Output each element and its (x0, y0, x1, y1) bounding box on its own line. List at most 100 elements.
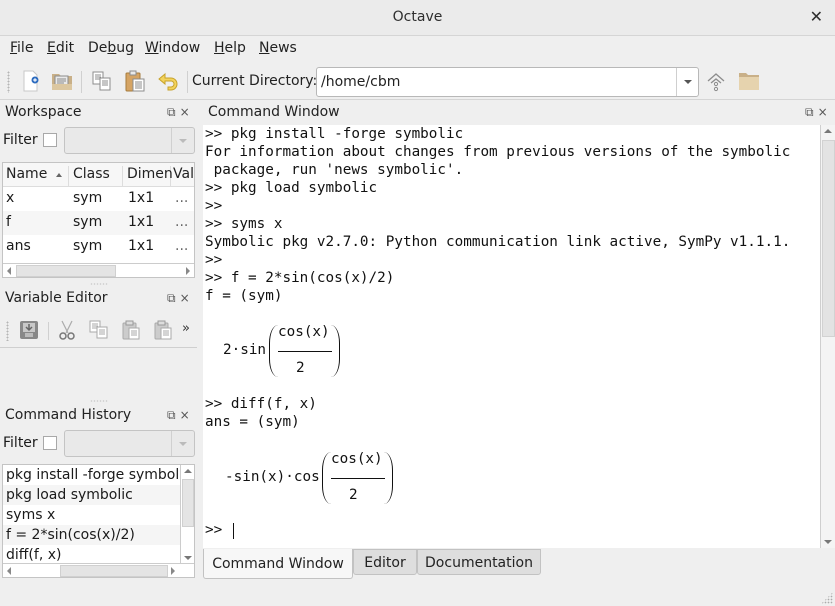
console-line: package, run 'news symbolic'. (205, 162, 464, 178)
toolbar-overflow-button[interactable]: » (182, 321, 190, 336)
paste-icon[interactable] (124, 70, 146, 92)
undock-icon[interactable]: ⧉ (167, 408, 176, 422)
scroll-down-icon[interactable] (824, 540, 832, 544)
scroll-right-icon[interactable] (186, 267, 190, 275)
sort-ascending-icon (56, 173, 62, 177)
history-filter-combobox[interactable] (64, 430, 195, 457)
list-item[interactable]: diff(f, x) (3, 545, 181, 565)
scroll-up-icon[interactable] (824, 129, 832, 133)
splitter-handle[interactable] (90, 283, 108, 285)
scrollbar-thumb[interactable] (16, 265, 116, 277)
scroll-left-icon[interactable] (7, 267, 11, 275)
command-window-vertical-scrollbar[interactable] (820, 125, 835, 548)
undock-icon[interactable]: ⧉ (167, 105, 176, 119)
menu-edit[interactable]: Edit (47, 40, 74, 56)
scrollbar-thumb[interactable] (822, 140, 835, 337)
expression-prefix: -sin(x)·cos (225, 469, 320, 485)
toolbar-separator (187, 71, 188, 93)
window-resize-grip[interactable] (821, 592, 833, 604)
scroll-right-icon[interactable] (171, 567, 175, 575)
menu-window[interactable]: Window (145, 40, 200, 56)
close-icon[interactable]: × (180, 105, 190, 119)
column-header-value[interactable]: Val (171, 166, 194, 188)
workspace-filter-checkbox[interactable] (43, 133, 57, 147)
menu-bar: File Edit Debug Window Help News (0, 37, 835, 61)
command-window-title: Command Window (208, 104, 340, 120)
menu-file-label: ile (17, 40, 34, 56)
scrollbar-thumb[interactable] (60, 565, 168, 577)
chevron-down-icon[interactable] (171, 431, 194, 456)
cell-value: ... (175, 214, 189, 230)
copy-icon[interactable] (91, 70, 113, 92)
cut-icon[interactable] (57, 320, 79, 342)
text-cursor (233, 523, 234, 539)
undo-icon[interactable] (157, 70, 179, 92)
toolbar-grip[interactable] (6, 321, 9, 341)
table-row[interactable]: f sym 1x1 ... (3, 211, 194, 235)
tab-documentation[interactable]: Documentation (417, 549, 541, 575)
list-item[interactable]: syms x (3, 505, 181, 525)
scroll-down-icon[interactable] (184, 556, 192, 560)
browse-folder-icon[interactable] (738, 70, 760, 92)
window-title: Octave (392, 9, 443, 25)
close-icon[interactable]: × (180, 291, 190, 305)
list-item[interactable]: pkg load symbolic (3, 485, 181, 505)
console-prompt: >> (205, 522, 231, 538)
column-header-name[interactable]: Name (3, 166, 69, 188)
menu-debug[interactable]: Debug (88, 40, 134, 56)
workspace-title: Workspace (5, 104, 82, 120)
table-row[interactable]: ans sym 1x1 ... (3, 235, 194, 259)
scrollbar-thumb[interactable] (182, 479, 194, 527)
undock-icon[interactable]: ⧉ (805, 105, 814, 119)
workspace-table: Name Class Dimen Val x sym 1x1 ... f sym… (2, 162, 195, 278)
toolbar-separator (48, 322, 49, 340)
close-icon[interactable]: × (818, 105, 828, 119)
command-window-console[interactable]: >> pkg install -forge symbolic For infor… (203, 125, 820, 548)
fraction-numerator: cos(x) (331, 451, 383, 467)
undock-icon[interactable]: ⧉ (167, 291, 176, 305)
splitter-handle[interactable] (90, 400, 108, 402)
history-horizontal-scrollbar[interactable] (3, 563, 194, 577)
menu-help-mnemonic: H (214, 40, 225, 56)
toolbar-grip[interactable] (7, 71, 10, 93)
paste-special-icon[interactable] (153, 320, 175, 342)
list-item[interactable]: pkg install -forge symbolic (3, 465, 181, 485)
chevron-down-icon[interactable] (171, 128, 194, 153)
variable-editor-toolbar: » (0, 312, 197, 348)
current-directory-value[interactable]: /home/cbm (321, 74, 400, 90)
history-vertical-scrollbar[interactable] (180, 465, 194, 564)
open-folder-icon[interactable] (51, 70, 73, 92)
history-filter-checkbox[interactable] (43, 436, 57, 450)
variable-editor-dock-buttons: ⧉ × (163, 291, 190, 306)
menu-edit-mnemonic: E (47, 40, 56, 56)
scroll-up-icon[interactable] (184, 469, 192, 473)
menu-file[interactable]: File (10, 40, 33, 56)
cell-dimension: 1x1 (128, 214, 155, 230)
column-header-dimension[interactable]: Dimen (123, 166, 173, 188)
tab-editor[interactable]: Editor (353, 549, 417, 575)
close-icon[interactable]: ✕ (810, 7, 823, 26)
one-directory-up-icon[interactable] (705, 70, 727, 92)
menu-help[interactable]: Help (214, 40, 246, 56)
tab-command-window[interactable]: Command Window (203, 549, 353, 579)
menu-news-mnemonic: N (259, 40, 270, 56)
chevron-down-icon[interactable] (676, 68, 698, 96)
workspace-filter-combobox[interactable] (64, 127, 195, 154)
workspace-filter-label: Filter (3, 132, 38, 148)
paste-icon[interactable] (121, 320, 143, 342)
column-header-name-label: Name (6, 166, 48, 182)
close-icon[interactable]: × (180, 408, 190, 422)
workspace-horizontal-scrollbar[interactable] (3, 263, 194, 277)
right-paren (331, 325, 340, 377)
copy-icon[interactable] (89, 320, 111, 342)
menu-news[interactable]: News (259, 40, 297, 56)
list-item[interactable]: f = 2*sin(cos(x)/2) (3, 525, 181, 545)
table-row[interactable]: x sym 1x1 ... (3, 187, 194, 211)
save-icon[interactable] (19, 320, 41, 342)
column-header-class[interactable]: Class (69, 166, 123, 188)
current-directory-label: Current Directory: (192, 73, 318, 89)
new-file-icon[interactable] (20, 70, 42, 92)
scroll-left-icon[interactable] (7, 567, 11, 575)
current-directory-combobox[interactable]: /home/cbm (316, 67, 699, 97)
toolbar-separator (81, 71, 82, 93)
